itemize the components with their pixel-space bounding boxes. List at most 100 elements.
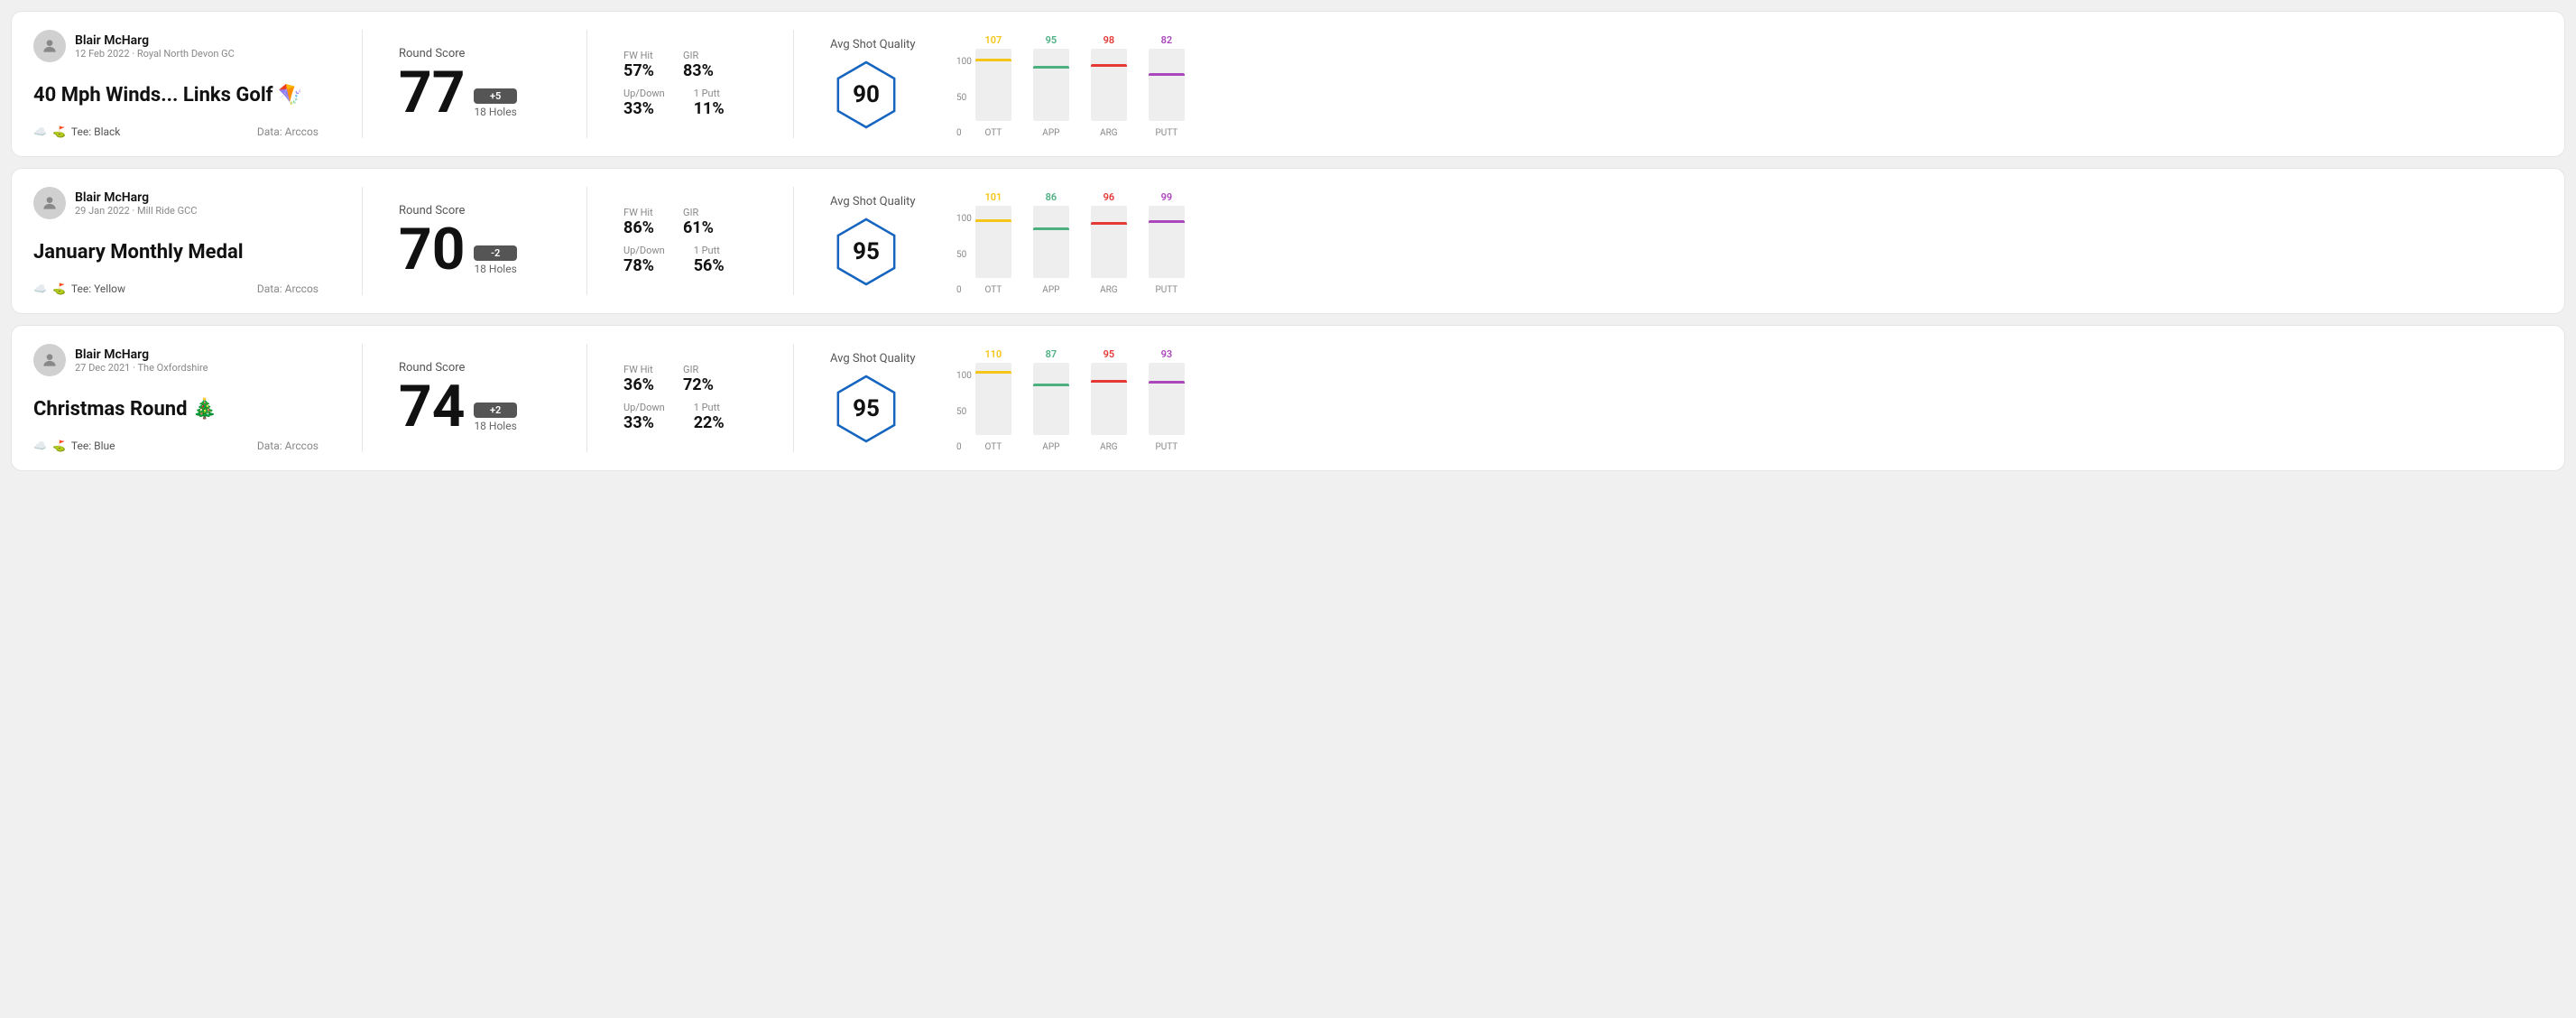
weather-icon: ☁️ [33, 282, 47, 295]
weather-icon: ☁️ [33, 125, 47, 138]
updown-label: Up/Down [623, 88, 665, 99]
stats-row-1: FW Hit86%GIR61% [623, 207, 757, 237]
gir: GIR83% [683, 50, 714, 80]
bar-value-label: 110 [984, 348, 1002, 360]
hex-score: 90 [853, 81, 880, 108]
stats-section: FW Hit86%GIR61%Up/Down78%1 Putt56% [609, 187, 771, 295]
fw-hit-value: 57% [623, 61, 654, 80]
gir-label: GIR [683, 364, 714, 375]
divider-3 [793, 30, 794, 138]
updown-value: 33% [623, 413, 665, 432]
bar-axis-label: PUTT [1155, 285, 1177, 295]
card-bottom: ☁️⛳Tee: BlueData: Arccos [33, 440, 319, 452]
round-title: January Monthly Medal [33, 241, 319, 264]
oneputt: 1 Putt22% [694, 402, 725, 432]
updown-label: Up/Down [623, 402, 665, 413]
oneputt-label: 1 Putt [694, 245, 725, 256]
bar-ott: 110OTT [975, 363, 1011, 452]
score-section: Round Score77+518 Holes [384, 30, 565, 138]
bar-axis-label: PUTT [1155, 128, 1177, 138]
bar-value-label: 93 [1161, 348, 1173, 360]
fw-hit-label: FW Hit [623, 50, 654, 61]
bar-chart: 107OTT95APP98ARG82PUTT [975, 30, 1185, 138]
quality-label: Avg Shot Quality [830, 352, 916, 366]
quality-label: Avg Shot Quality [830, 38, 916, 51]
tee-label: Tee: Blue [71, 440, 115, 452]
score-holes: 18 Holes [474, 106, 516, 118]
gir-value: 61% [683, 218, 714, 237]
chart-section: 100500107OTT95APP98ARG82PUTT [942, 30, 2543, 138]
bar-value-label: 87 [1046, 348, 1057, 360]
oneputt-value: 22% [694, 413, 725, 432]
divider-1 [362, 30, 363, 138]
round-title: 40 Mph Winds... Links Golf 🪁 [33, 84, 319, 106]
bar-axis-label: APP [1042, 442, 1059, 452]
gir-value: 72% [683, 375, 714, 394]
updown: Up/Down33% [623, 88, 665, 118]
divider-2 [586, 344, 587, 452]
bar-app: 87APP [1033, 363, 1069, 452]
card-bottom: ☁️⛳Tee: YellowData: Arccos [33, 282, 319, 295]
user-meta: 29 Jan 2022 · Mill Ride GCC [75, 205, 197, 217]
score-number: 70 [399, 221, 465, 279]
score-row: 77+518 Holes [399, 64, 550, 122]
avatar [33, 30, 66, 62]
card-left: Blair McHarg29 Jan 2022 · Mill Ride GCC J… [33, 187, 340, 295]
tee-icon: ⛳ [52, 440, 66, 452]
user-info: Blair McHarg27 Dec 2021 · The Oxfordshir… [33, 344, 319, 376]
user-name: Blair McHarg [75, 190, 197, 205]
fw-hit: FW Hit57% [623, 50, 654, 80]
data-source: Data: Arccos [257, 440, 319, 452]
fw-hit-value: 86% [623, 218, 654, 237]
tee-label: Tee: Black [71, 125, 120, 138]
bar-arg: 95ARG [1091, 363, 1127, 452]
bar-chart-wrapper: 100500107OTT95APP98ARG82PUTT [956, 30, 2528, 138]
stats-row-2: Up/Down33%1 Putt11% [623, 88, 757, 118]
score-row: 74+218 Holes [399, 378, 550, 436]
bar-arg: 96ARG [1091, 206, 1127, 295]
bar-putt: 82PUTT [1149, 49, 1185, 138]
fw-hit-label: FW Hit [623, 207, 654, 218]
score-section: Round Score70-218 Holes [384, 187, 565, 295]
bar-putt: 99PUTT [1149, 206, 1185, 295]
oneputt: 1 Putt56% [694, 245, 725, 275]
hex-score: 95 [853, 238, 880, 265]
user-info: Blair McHarg29 Jan 2022 · Mill Ride GCC [33, 187, 319, 219]
divider-2 [586, 30, 587, 138]
divider-3 [793, 187, 794, 295]
bar-axis-label: ARG [1100, 285, 1118, 295]
gir-label: GIR [683, 50, 714, 61]
tee-info: ☁️⛳Tee: Blue [33, 440, 115, 452]
bar-value-label: 86 [1046, 191, 1057, 203]
score-number: 77 [399, 64, 465, 122]
bar-chart: 110OTT87APP95ARG93PUTT [975, 344, 1185, 452]
quality-section: Avg Shot Quality 90 [816, 30, 942, 138]
tee-info: ☁️⛳Tee: Yellow [33, 282, 125, 295]
avatar [33, 187, 66, 219]
bar-chart: 101OTT86APP96ARG99PUTT [975, 187, 1185, 295]
round-title: Christmas Round 🎄 [33, 398, 319, 421]
gir-value: 83% [683, 61, 714, 80]
bar-chart-wrapper: 100500101OTT86APP96ARG99PUTT [956, 187, 2528, 295]
bar-value-label: 95 [1046, 34, 1057, 46]
bar-ott: 101OTT [975, 206, 1011, 295]
bar-axis-label: PUTT [1155, 442, 1177, 452]
stats-section: FW Hit36% GIR72% Up/Down33% 1 Putt22% [609, 344, 771, 452]
hexagon: 90 [830, 59, 902, 131]
bar-chart-wrapper: 100500110OTT87APP95ARG93PUTT [956, 344, 2528, 452]
bar-axis-label: OTT [984, 285, 1002, 295]
divider-1 [362, 187, 363, 295]
score-number: 74 [399, 378, 465, 436]
chart-section: 100500101OTT86APP96ARG99PUTT [942, 187, 2543, 295]
hexagon-container: 90 [830, 59, 902, 131]
hexagon: 95 [830, 216, 902, 288]
score-section: Round Score74+218 Holes [384, 344, 565, 452]
bar-arg: 98ARG [1091, 49, 1127, 138]
fw-hit-value: 36% [623, 375, 654, 394]
oneputt-value: 11% [694, 99, 725, 118]
bar-axis-label: ARG [1100, 128, 1118, 138]
score-badge: -2 [474, 245, 516, 261]
updown: Up/Down33% [623, 402, 665, 432]
hexagon: 95 [830, 373, 902, 445]
fw-hit: FW Hit36% [623, 364, 654, 394]
